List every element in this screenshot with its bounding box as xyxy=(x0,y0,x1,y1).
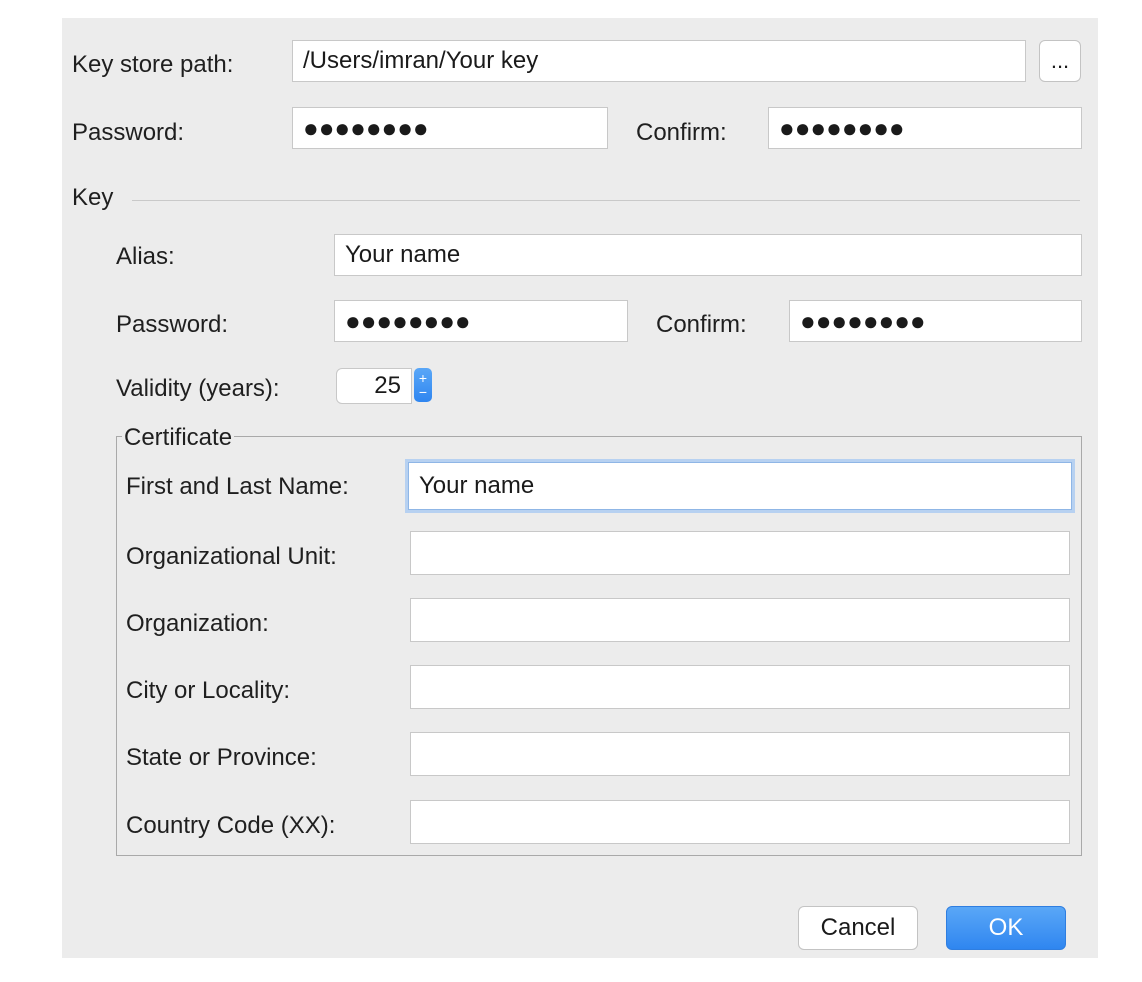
keystore-password-input[interactable]: ●●●●●●●● xyxy=(292,107,608,149)
keystore-path-input[interactable]: /Users/imran/Your key xyxy=(292,40,1026,82)
ok-button[interactable]: OK xyxy=(946,906,1066,950)
keystore-confirm-label: Confirm: xyxy=(636,119,727,146)
validity-stepper[interactable]: + − xyxy=(414,368,432,402)
country-code-label: Country Code (XX): xyxy=(126,812,336,839)
cancel-button[interactable]: Cancel xyxy=(798,906,918,950)
increment-icon[interactable]: + xyxy=(419,371,427,385)
alias-label: Alias: xyxy=(116,243,175,270)
state-province-label: State or Province: xyxy=(126,744,317,771)
keystore-password-label: Password: xyxy=(72,119,185,146)
key-password-label: Password: xyxy=(116,311,229,338)
organization-input[interactable] xyxy=(410,598,1070,642)
keystore-dialog: Key store path: /Users/imran/Your key ..… xyxy=(62,18,1098,958)
key-password-input[interactable]: ●●●●●●●● xyxy=(334,300,628,342)
organizational-unit-label: Organizational Unit: xyxy=(126,543,337,570)
certificate-group-title: Certificate xyxy=(122,424,235,452)
city-locality-label: City or Locality: xyxy=(126,677,291,704)
alias-input[interactable]: Your name xyxy=(334,234,1082,276)
key-section-label: Key xyxy=(72,184,114,211)
first-last-name-input[interactable]: Your name xyxy=(408,462,1072,510)
validity-label: Validity (years): xyxy=(116,375,280,402)
key-section-separator xyxy=(132,200,1080,201)
state-province-input[interactable] xyxy=(410,732,1070,776)
key-confirm-label: Confirm: xyxy=(656,311,747,338)
organization-label: Organization: xyxy=(126,610,269,637)
keystore-confirm-input[interactable]: ●●●●●●●● xyxy=(768,107,1082,149)
country-code-input[interactable] xyxy=(410,800,1070,844)
city-locality-input[interactable] xyxy=(410,665,1070,709)
keystore-path-label: Key store path: xyxy=(72,51,234,78)
organizational-unit-input[interactable] xyxy=(410,531,1070,575)
validity-input[interactable]: 25 xyxy=(336,368,412,404)
first-last-name-label: First and Last Name: xyxy=(126,473,349,500)
key-confirm-input[interactable]: ●●●●●●●● xyxy=(789,300,1082,342)
browse-button[interactable]: ... xyxy=(1039,40,1081,82)
decrement-icon[interactable]: − xyxy=(419,385,427,399)
